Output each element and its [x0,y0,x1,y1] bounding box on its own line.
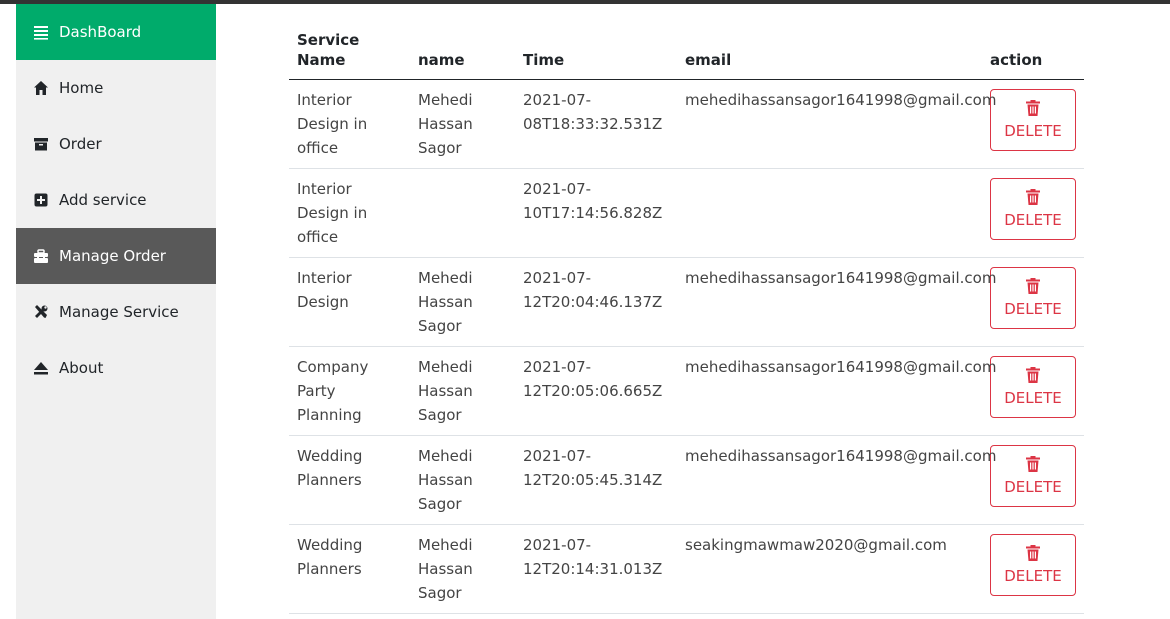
menu-icon [32,23,50,41]
trash-icon [1026,367,1040,383]
cell-email: mehedihassansagor1641998@gmail.com [677,346,996,436]
cell-time: 2021-07-12T20:05:06.665Z [515,346,677,436]
archive-icon [32,135,50,153]
cell-time: 2021-07-08T18:33:32.531Z [515,79,677,169]
cell-service-name: Company Party Planning [289,346,410,436]
cell-email: mehedihassansagor1641998@gmail.com [677,257,996,347]
cell-action: DELETE [982,79,1084,169]
cell-time: 2021-07-12T20:04:46.137Z [515,257,677,347]
cell-service-name: Wedding Planners [289,435,410,525]
cell-service-name: Interior Design [289,257,410,347]
delete-button-label: DELETE [1004,211,1062,229]
delete-button-label: DELETE [1004,300,1062,318]
table-row: Wedding Planners Mehedi Hassan Sagor 202… [289,524,1084,614]
cell-action: DELETE [982,257,1084,347]
cell-name [410,168,515,258]
cell-email: seakingmawmaw2020@gmail.com [677,524,982,614]
sidebar-item-label: Add service [59,191,147,209]
eject-icon [32,359,50,377]
sidebar-brand[interactable]: DashBoard [16,4,216,60]
delete-button[interactable]: DELETE [990,267,1076,329]
delete-button[interactable]: DELETE [990,445,1076,507]
orders-table-container: Service Name name Time email action Inte… [289,22,1084,614]
cell-name: Mehedi Hassan Sagor [410,79,515,169]
trash-icon [1026,189,1040,205]
sidebar-item-order[interactable]: Order [16,116,216,172]
trash-icon [1026,456,1040,472]
table-row: Interior Design in office Mehedi Hassan … [289,79,1084,169]
sidebar-item-manage-order[interactable]: Manage Order [16,228,216,284]
delete-button-label: DELETE [1004,478,1062,496]
sidebar-item-label: Manage Order [59,247,166,265]
cell-email: mehedihassansagor1641998@gmail.com [677,435,996,525]
cell-service-name: Interior Design in office [289,79,410,169]
delete-button[interactable]: DELETE [990,356,1076,418]
cell-name: Mehedi Hassan Sagor [410,257,515,347]
delete-button-label: DELETE [1004,567,1062,585]
plus-square-icon [32,191,50,209]
sidebar-item-add-service[interactable]: Add service [16,172,216,228]
delete-button[interactable]: DELETE [990,89,1076,151]
delete-button[interactable]: DELETE [990,178,1076,240]
orders-table: Service Name name Time email action Inte… [289,22,1084,614]
sidebar-item-label: About [59,359,104,377]
sidebar-item-label: Home [59,79,104,97]
header-email: email [677,22,982,80]
header-time: Time [515,22,677,80]
header-service-name: Service Name [289,22,410,80]
cell-email: mehedihassansagor1641998@gmail.com [677,79,996,169]
cell-action: DELETE [982,524,1084,614]
tools-icon [32,303,50,321]
sidebar-item-manage-service[interactable]: Manage Service [16,284,216,340]
sidebar-item-label: Order [59,135,102,153]
cell-name: Mehedi Hassan Sagor [410,435,515,525]
header-name: name [410,22,515,80]
toolbox-icon [32,247,50,265]
delete-button-label: DELETE [1004,122,1062,140]
table-header-row: Service Name name Time email action [289,22,1084,80]
delete-button-label: DELETE [1004,389,1062,407]
sidebar: DashBoard Home Order Add service Manage … [16,4,216,619]
cell-service-name: Interior Design in office [289,168,410,258]
sidebar-brand-label: DashBoard [59,23,142,41]
trash-icon [1026,278,1040,294]
sidebar-item-home[interactable]: Home [16,60,216,116]
sidebar-item-label: Manage Service [59,303,179,321]
table-row: Wedding Planners Mehedi Hassan Sagor 202… [289,435,1084,525]
sidebar-item-about[interactable]: About [16,340,216,396]
cell-service-name: Wedding Planners [289,524,410,614]
cell-action: DELETE [982,346,1084,436]
cell-name: Mehedi Hassan Sagor [410,524,515,614]
header-action: action [982,22,1084,80]
home-icon [32,79,50,97]
trash-icon [1026,545,1040,561]
table-row: Interior Design Mehedi Hassan Sagor 2021… [289,257,1084,347]
table-row: Company Party Planning Mehedi Hassan Sag… [289,346,1084,436]
cell-email [677,168,982,258]
cell-time: 2021-07-10T17:14:56.828Z [515,168,677,258]
cell-time: 2021-07-12T20:05:45.314Z [515,435,677,525]
cell-action: DELETE [982,168,1084,258]
table-row: Interior Design in office 2021-07-10T17:… [289,168,1084,258]
cell-time: 2021-07-12T20:14:31.013Z [515,524,677,614]
delete-button[interactable]: DELETE [990,534,1076,596]
cell-action: DELETE [982,435,1084,525]
cell-name: Mehedi Hassan Sagor [410,346,515,436]
trash-icon [1026,100,1040,116]
